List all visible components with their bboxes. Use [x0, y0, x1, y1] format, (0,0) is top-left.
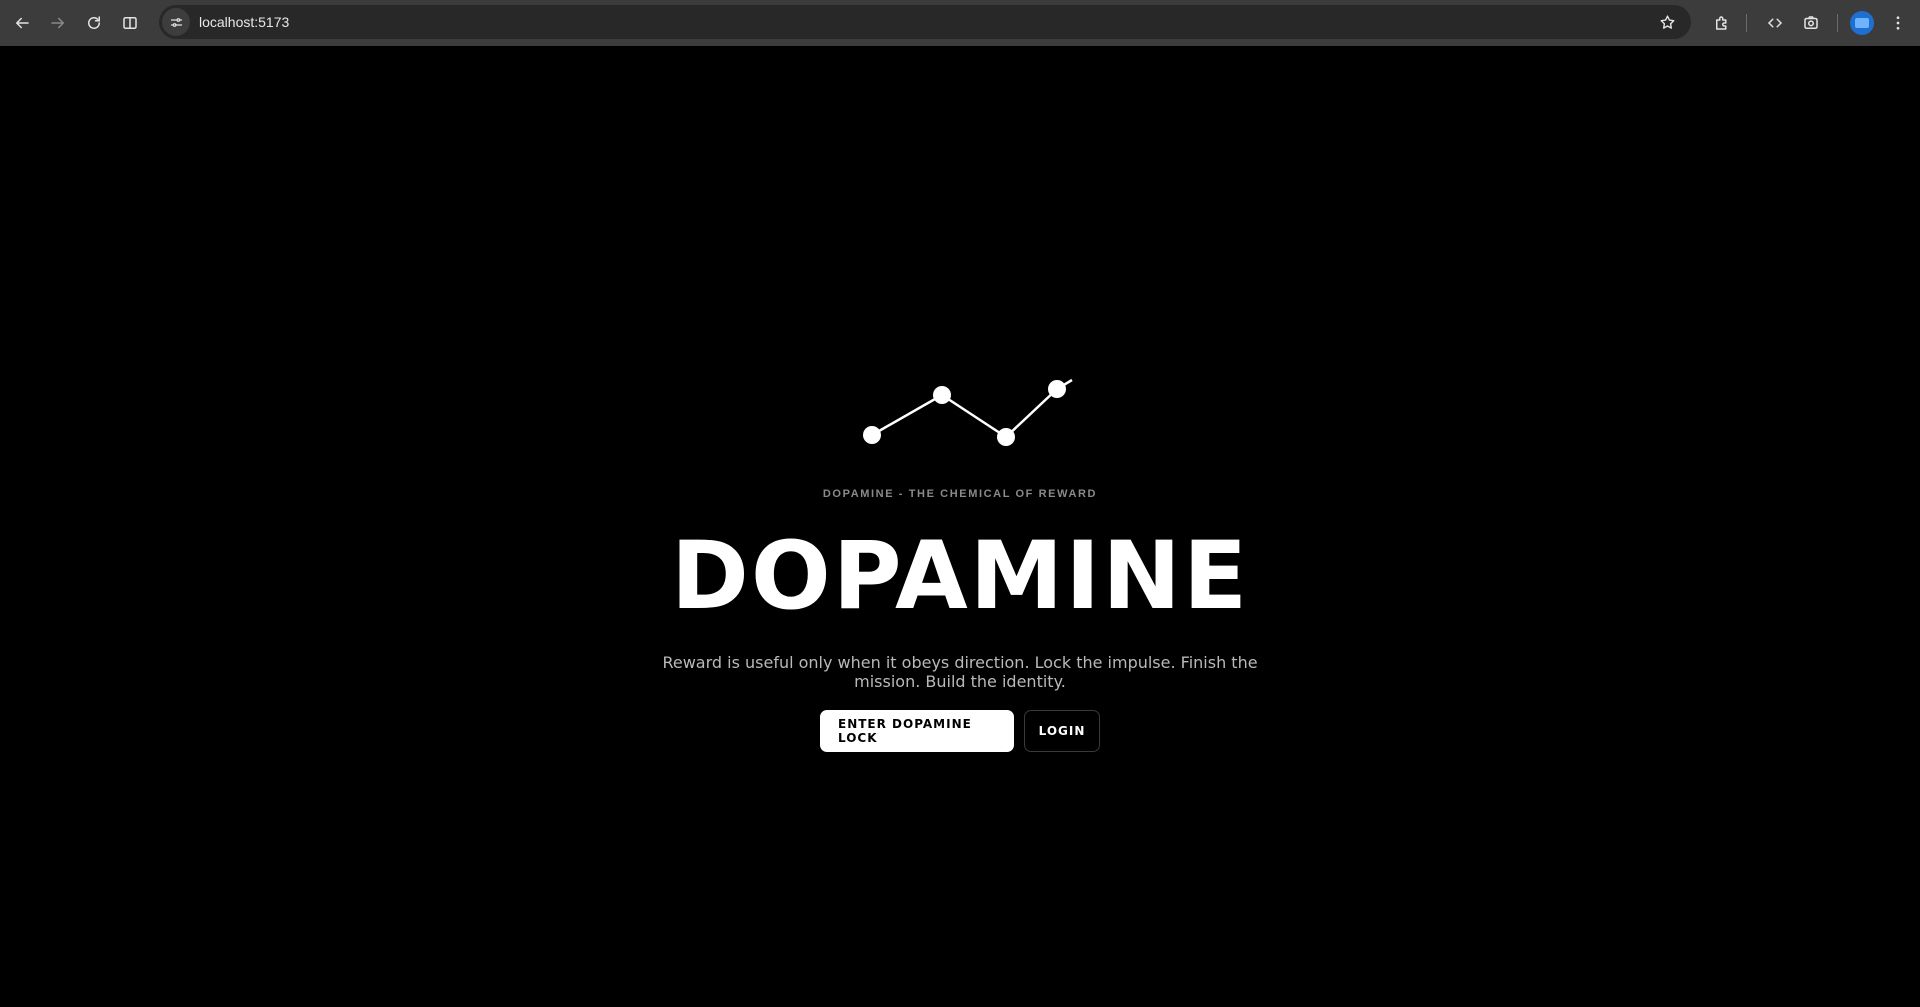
profile-button[interactable] [1844, 5, 1880, 41]
toolbar-divider [1746, 14, 1747, 32]
site-info-button[interactable] [162, 8, 190, 36]
address-bar[interactable]: localhost:5173 [159, 5, 1691, 39]
browser-toolbar: localhost:5173 [0, 0, 1920, 46]
url-text[interactable]: localhost:5173 [199, 14, 289, 30]
extensions-button[interactable] [1704, 5, 1740, 41]
puzzle-icon [1716, 16, 1727, 30]
login-button[interactable]: LOGIN [1024, 710, 1100, 752]
menu-button[interactable] [1880, 5, 1916, 41]
avatar-icon [1850, 11, 1874, 35]
nav-buttons [4, 5, 148, 41]
reload-button[interactable] [76, 5, 112, 41]
landing-page: DOPAMINE - THE CHEMICAL OF REWARD DOPAMI… [0, 46, 1920, 1007]
star-icon [1660, 14, 1674, 29]
camera-icon [1804, 16, 1818, 29]
site-settings-icon [170, 17, 182, 27]
back-button[interactable] [4, 5, 40, 41]
code-icon [1767, 18, 1783, 28]
devtools-button[interactable] [1757, 5, 1793, 41]
more-vertical-icon [1896, 16, 1900, 30]
forward-button[interactable] [40, 5, 76, 41]
screenshot-button[interactable] [1793, 5, 1829, 41]
hero-kicker: DOPAMINE - THE CHEMICAL OF REWARD [822, 488, 1098, 500]
toolbar-actions [1704, 0, 1920, 46]
arrow-right-icon [51, 17, 65, 29]
bookmark-button[interactable] [1655, 10, 1679, 34]
enter-dopamine-lock-button[interactable]: ENTER DOPAMINE LOCK [820, 710, 1014, 752]
reload-icon [88, 16, 100, 29]
toolbar-divider [1837, 14, 1838, 32]
arrow-left-icon [15, 17, 29, 29]
hero-tagline: Reward is useful only when it obeys dire… [662, 653, 1258, 691]
split-view-button[interactable] [112, 5, 148, 41]
hero-title: DOPAMINE [670, 522, 1250, 631]
dopamine-molecule-logo [863, 378, 1073, 446]
hero-actions: ENTER DOPAMINE LOCK LOGIN [0, 710, 1920, 752]
split-view-icon [123, 17, 137, 29]
